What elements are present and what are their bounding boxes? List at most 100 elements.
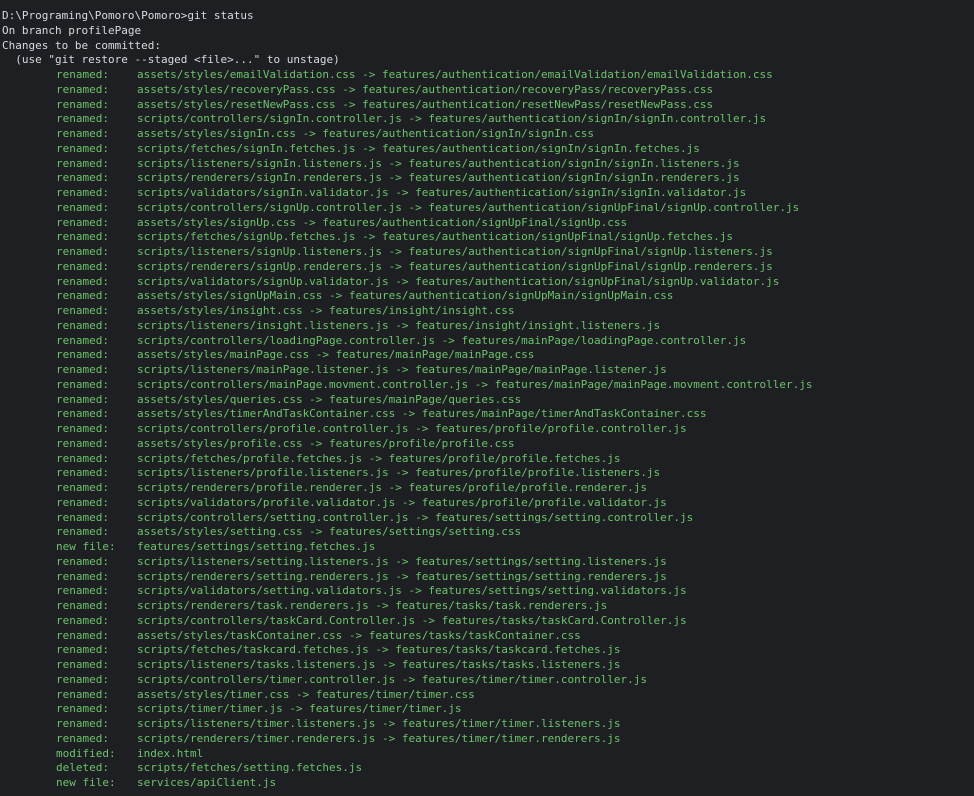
changes-heading: Changes to be committed: [2,38,161,52]
terminal-window[interactable]: D:\Programing\Pomoro\Pomoro>git status On… [0,0,974,796]
change-path: assets/styles/signIn.css -> features/aut… [137,127,594,140]
staged-change-row: renamed: scripts/validators/setting.valid… [2,584,974,599]
staged-change-row: new file: features/settings/setting.fetch… [2,540,974,555]
staged-change-row: renamed: scripts/listeners/timer.listener… [2,717,974,732]
change-path: scripts/listeners/timer.listeners.js -> … [137,717,621,730]
change-status: renamed: [56,156,109,170]
change-status: renamed: [56,200,109,214]
change-status: renamed: [56,525,109,539]
change-status: renamed: [56,569,109,583]
change-path: scripts/fetches/profile.fetches.js -> fe… [137,451,621,465]
staged-change-row: renamed: scripts/fetches/signUp.fetches.j… [2,230,974,245]
change-status: renamed: [56,687,109,701]
staged-change-row: renamed: assets/styles/recoveryPass.css -… [2,83,974,98]
change-status: renamed: [56,259,109,273]
change-path: scripts/controllers/signUp.controller.js… [137,200,800,214]
change-path: scripts/validators/signIn.validator.js -… [137,186,747,199]
change-status: renamed: [56,274,109,288]
change-status: deleted: [56,761,109,775]
staged-change-row: new file: services/apiClient.js [2,776,974,791]
staged-change-row: modified: index.html [2,747,974,762]
change-status: renamed: [56,643,109,657]
staged-change-row: renamed: scripts/controllers/signIn.contr… [2,112,974,127]
change-path: scripts/controllers/profile.controller.j… [137,422,687,435]
change-path: assets/styles/profile.css -> features/pr… [137,436,515,450]
change-status: renamed: [56,407,109,421]
change-status: renamed: [56,318,109,332]
staged-change-row: renamed: assets/styles/emailValidation.cs… [2,68,974,83]
change-path: scripts/listeners/mainPage.listener.js -… [137,363,667,376]
change-path: assets/styles/emailValidation.css -> fea… [137,68,773,81]
staged-change-row: renamed: scripts/controllers/profile.cont… [2,422,974,437]
change-path: scripts/listeners/signIn.listeners.js ->… [137,156,740,170]
change-path: assets/styles/signUp.css -> features/aut… [137,215,628,229]
terminal-header-output: D:\Programing\Pomoro\Pomoro>git status On… [2,9,974,68]
staged-change-row: renamed: assets/styles/taskContainer.css … [2,629,974,644]
change-status: renamed: [56,377,109,391]
change-path: assets/styles/taskContainer.css -> featu… [137,628,581,642]
change-status: renamed: [56,510,109,524]
staged-change-row: renamed: scripts/renderers/setting.render… [2,570,974,585]
staged-change-row: renamed: scripts/controllers/taskCard.Con… [2,614,974,629]
change-path: scripts/validators/profile.validator.js … [137,495,667,509]
staged-change-row: deleted: scripts/fetches/setting.fetches.… [2,761,974,776]
change-status: renamed: [56,436,109,450]
staged-change-row: renamed: scripts/fetches/taskcard.fetches… [2,643,974,658]
change-path: assets/styles/recoveryPass.css -> featur… [137,82,714,96]
staged-change-row: renamed: scripts/validators/signUp.valida… [2,275,974,290]
change-status: renamed: [56,584,109,598]
staged-change-row: renamed: scripts/renderers/signUp.rendere… [2,260,974,275]
change-status: renamed: [56,348,109,362]
change-status: renamed: [56,230,109,244]
change-path: scripts/listeners/profile.listeners.js -… [137,466,661,480]
staged-change-row: renamed: scripts/listeners/signIn.listene… [2,157,974,172]
staged-change-row: renamed: scripts/renderers/task.renderers… [2,599,974,614]
change-status: renamed: [56,245,109,258]
change-status: renamed: [56,481,109,494]
change-path: assets/styles/timer.css -> features/time… [137,687,475,701]
change-path: assets/styles/setting.css -> features/se… [137,525,522,539]
change-path: assets/styles/resetNewPass.css -> featur… [137,97,714,111]
change-status: renamed: [56,628,109,642]
change-path: scripts/controllers/taskCard.Controller.… [137,613,687,627]
change-path: scripts/validators/signUp.validator.js -… [137,274,780,288]
change-path: scripts/controllers/loadingPage.controll… [137,333,747,347]
staged-change-row: renamed: assets/styles/profile.css -> fea… [2,437,974,452]
staged-change-row: renamed: scripts/renderers/profile.render… [2,481,974,496]
change-status: renamed: [56,68,109,81]
staged-change-row: renamed: scripts/fetches/profile.fetches.… [2,452,974,467]
change-path: scripts/listeners/setting.listeners.js -… [137,554,667,568]
staged-change-row: renamed: assets/styles/resetNewPass.css -… [2,98,974,113]
change-status: modified: [56,746,116,760]
change-status: renamed: [56,186,109,199]
change-status: renamed: [56,554,109,568]
staged-change-row: renamed: assets/styles/queries.css -> fea… [2,393,974,408]
change-path: scripts/renderers/signIn.renderers.js ->… [137,171,740,185]
staged-change-row: renamed: scripts/controllers/timer.contro… [2,673,974,688]
change-path: scripts/validators/setting.validators.js… [137,584,687,598]
change-status: renamed: [56,127,109,140]
change-path: scripts/renderers/profile.renderer.js ->… [137,481,647,494]
change-path: scripts/controllers/mainPage.movment.con… [137,377,813,391]
change-path: scripts/renderers/setting.renderers.js -… [137,569,667,583]
change-path: scripts/controllers/signIn.controller.js… [137,112,767,126]
change-status: renamed: [56,717,109,730]
change-status: renamed: [56,451,109,465]
change-status: renamed: [56,289,109,303]
staged-change-row: renamed: assets/styles/setting.css -> fea… [2,525,974,540]
change-path: services/apiClient.js [137,776,277,789]
change-path: scripts/renderers/task.renderers.js -> f… [137,599,608,612]
change-path: scripts/renderers/signUp.renderers.js ->… [137,259,773,273]
change-status: renamed: [56,141,109,155]
change-path: index.html [137,746,204,760]
branch-line: On branch profilePage [2,23,142,37]
staged-changes-list: renamed: assets/styles/emailValidation.cs… [2,68,974,791]
staged-change-row: renamed: scripts/controllers/mainPage.mov… [2,378,974,393]
change-status: renamed: [56,422,109,435]
staged-change-row: renamed: scripts/listeners/signUp.listene… [2,245,974,260]
change-path: scripts/fetches/setting.fetches.js [137,761,363,775]
change-status: new file: [56,540,116,553]
change-status: new file: [56,776,116,789]
change-path: scripts/controllers/setting.controller.j… [137,510,694,524]
change-status: renamed: [56,731,109,745]
